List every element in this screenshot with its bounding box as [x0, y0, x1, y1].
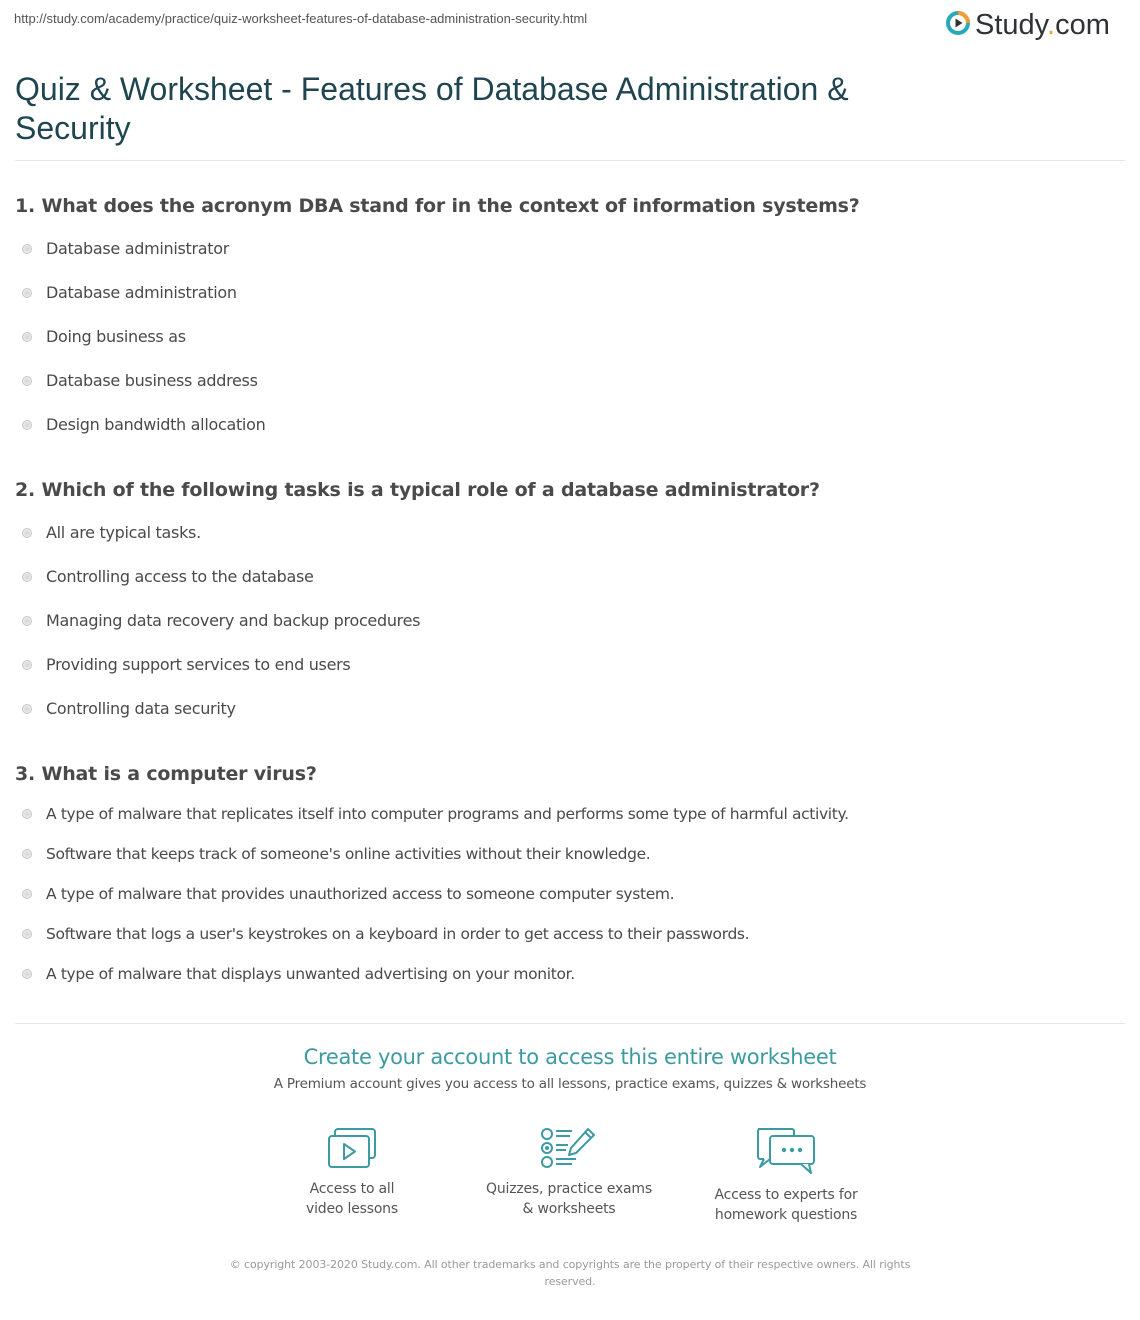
answer-label: Doing business as [46, 327, 186, 346]
answer-label: Design bandwidth allocation [46, 415, 266, 434]
feature-label: Access to experts for homework questions [714, 1187, 858, 1223]
feature-experts: Access to experts for homework questions [676, 1126, 896, 1225]
quiz-checklist-pencil-icon [459, 1126, 679, 1170]
radio-button-icon[interactable] [22, 889, 32, 899]
questions-divider [15, 1023, 1125, 1024]
answer-label: Database administration [46, 283, 237, 302]
feature-label: Quizzes, practice exams & worksheets [486, 1181, 652, 1217]
feature-label: Access to all video lessons [306, 1181, 398, 1217]
answer-option[interactable]: Design bandwidth allocation [22, 415, 266, 434]
answer-option[interactable]: Database administration [22, 283, 237, 302]
cta-subtitle: A Premium account gives you access to al… [273, 1076, 867, 1092]
feature-quizzes: Quizzes, practice exams & worksheets [459, 1126, 679, 1219]
radio-button-icon[interactable] [22, 331, 32, 342]
logo-name: Study [975, 9, 1048, 41]
title-divider [15, 160, 1125, 161]
radio-button-icon[interactable] [22, 809, 32, 819]
answer-label: Controlling access to the database [46, 567, 314, 586]
page-url: http://study.com/academy/practice/quiz-w… [14, 11, 588, 26]
answer-label: Software that logs a user's keystrokes o… [46, 925, 750, 943]
answer-option[interactable]: A type of malware that displays unwanted… [22, 965, 575, 983]
radio-button-icon[interactable] [22, 703, 32, 714]
answer-option[interactable]: Database administrator [22, 239, 229, 258]
logo-wordmark: Study.com [975, 8, 1110, 42]
answer-label: Software that keeps track of someone's o… [46, 845, 651, 863]
play-circle-logo-icon [945, 10, 971, 40]
answer-label: Database administrator [46, 239, 230, 258]
answer-option[interactable]: Software that keeps track of someone's o… [22, 845, 651, 863]
answer-label: Database business address [46, 371, 258, 390]
answer-option[interactable]: Software that logs a user's keystrokes o… [22, 925, 750, 943]
answer-option[interactable]: Controlling data security [22, 699, 236, 718]
answer-option[interactable]: A type of malware that replicates itself… [22, 805, 849, 823]
answer-label: A type of malware that replicates itself… [46, 805, 849, 823]
answer-label: Providing support services to end users [46, 655, 351, 674]
video-lessons-icon [242, 1126, 462, 1170]
answer-option[interactable]: All are typical tasks. [22, 523, 201, 542]
answer-label: A type of malware that provides unauthor… [46, 885, 675, 903]
radio-button-icon[interactable] [22, 849, 32, 859]
page-title: Quiz & Worksheet - Features of Database … [15, 71, 849, 146]
question-text: 3. What is a computer virus? [15, 763, 317, 785]
question-text: 2. Which of the following tasks is a typ… [15, 479, 820, 501]
answer-option[interactable]: Managing data recovery and backup proced… [22, 611, 420, 630]
feature-video-lessons: Access to all video lessons [242, 1126, 462, 1219]
radio-button-icon[interactable] [22, 659, 32, 670]
radio-button-icon[interactable] [22, 287, 32, 298]
answer-option[interactable]: Database business address [22, 371, 258, 390]
radio-button-icon[interactable] [22, 419, 32, 430]
radio-button-icon[interactable] [22, 375, 32, 386]
answer-label: Controlling data security [46, 699, 236, 718]
radio-button-icon[interactable] [22, 571, 32, 582]
logo-dot: . [1047, 9, 1056, 41]
answer-label: A type of malware that displays unwanted… [46, 965, 575, 983]
radio-button-icon[interactable] [22, 929, 32, 939]
create-account-link[interactable]: Create your account to access this entir… [0, 1045, 1140, 1069]
chat-bubbles-icon [676, 1126, 896, 1176]
radio-button-icon[interactable] [22, 527, 32, 538]
radio-button-icon[interactable] [22, 243, 32, 254]
answer-option[interactable]: Controlling access to the database [22, 567, 314, 586]
logo-tld: com [1055, 9, 1110, 41]
question-text: 1. What does the acronym DBA stand for i… [15, 195, 860, 217]
answer-option[interactable]: Doing business as [22, 327, 186, 346]
answer-label: Managing data recovery and backup proced… [46, 611, 421, 630]
answer-label: All are typical tasks. [46, 523, 201, 542]
radio-button-icon[interactable] [22, 615, 32, 626]
study-com-logo[interactable]: Study.com [945, 8, 1110, 42]
copyright-text: © copyright 2003-2020 Study.com. All oth… [229, 1258, 911, 1288]
answer-option[interactable]: Providing support services to end users [22, 655, 351, 674]
answer-option[interactable]: A type of malware that provides unauthor… [22, 885, 675, 903]
radio-button-icon[interactable] [22, 969, 32, 979]
